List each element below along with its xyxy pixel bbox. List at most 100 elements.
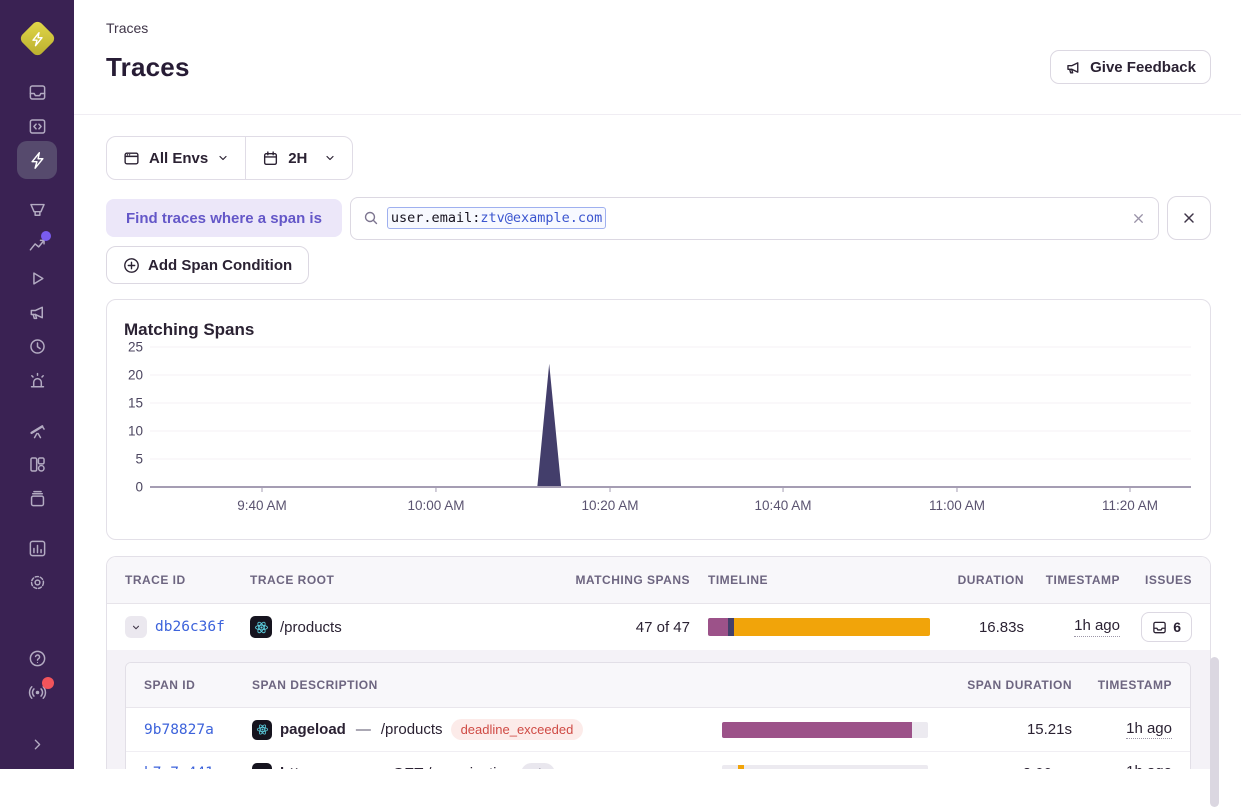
svg-text:25: 25 [128,340,143,355]
sidebar-item-projector[interactable] [17,193,57,227]
add-span-condition-button[interactable]: Add Span Condition [106,246,309,284]
breadcrumb[interactable]: Traces [106,20,1211,36]
span-duration-bar [722,765,928,769]
span-search-input[interactable]: user.email:ztv@example.com [350,197,1159,240]
search-token[interactable]: user.email:ztv@example.com [387,207,606,229]
token-key: user.email: [391,210,480,226]
token-value: ztv@example.com [480,210,602,226]
close-icon [1181,210,1197,226]
trace-id-link[interactable]: db26c36f [155,619,225,635]
span-description: GET /organization [393,765,514,770]
main-area: Traces Traces Give Feedback All Envs 2H [74,0,1241,769]
col-trace-root: TRACE ROOT [250,573,550,587]
expanded-spans-section: SPAN ID SPAN DESCRIPTION SPAN DURATION T… [107,650,1210,769]
add-span-condition-label: Add Span Condition [148,257,292,274]
traces-table: TRACE ID TRACE ROOT MATCHING SPANS TIMEL… [106,556,1211,769]
trace-timeline-bar [708,618,930,636]
collapse-trace-button[interactable] [125,616,147,638]
notification-dot-red [42,677,54,689]
sidebar [0,0,74,769]
notification-dot-purple [41,231,51,241]
sidebar-item-feedback[interactable] [17,295,57,329]
span-duration-bar [722,722,928,738]
svg-text:10:40 AM: 10:40 AM [755,498,812,513]
spans-scrollbar[interactable] [1210,657,1219,807]
environment-filter[interactable]: All Envs [107,137,245,179]
span-timestamp: 1h ago [1126,763,1172,769]
play-icon [28,269,47,288]
page-title: Traces [106,52,190,83]
separator: — [356,721,371,738]
chevron-down-icon [217,152,229,164]
span-condition-row: Find traces where a span is user.email:z… [106,196,1211,240]
trace-duration: 16.83s [932,619,1024,636]
svg-text:11:20 AM: 11:20 AM [1102,498,1158,513]
sidebar-collapse-button[interactable] [17,727,57,761]
sidebar-item-help[interactable] [17,641,57,675]
col-issues: ISSUES [1120,573,1192,587]
lightning-icon [28,151,47,170]
clock-icon [28,337,47,356]
date-range-label: 2H [288,150,307,167]
separator: — [368,765,383,770]
col-span-description: SPAN DESCRIPTION [252,678,722,692]
sidebar-item-stats[interactable] [17,531,57,565]
sidebar-item-whats-new[interactable] [17,675,57,709]
sidebar-item-history[interactable] [17,329,57,363]
question-icon [28,649,47,668]
components-icon [28,455,47,474]
sidebar-item-components[interactable] [17,447,57,481]
sidebar-item-alerts[interactable] [17,363,57,397]
span-duration: 2.00ms [932,765,1072,770]
sidebar-item-replays[interactable] [17,261,57,295]
sidebar-bottom [17,641,57,769]
logo-diamond-icon [18,19,56,57]
remove-condition-button[interactable] [1167,196,1211,240]
span-duration: 15.21s [932,721,1072,738]
svg-text:0: 0 [135,480,143,495]
col-duration: DURATION [932,573,1024,587]
trace-issues-button[interactable]: 6 [1141,612,1192,642]
sidebar-item-discover[interactable] [17,413,57,447]
megaphone-icon [28,303,47,322]
date-range-filter[interactable]: 2H [246,137,352,179]
react-platform-icon [250,616,272,638]
col-trace-id: TRACE ID [125,573,250,587]
gear-icon [28,573,47,592]
matching-spans-count: 47 of 47 [550,619,690,636]
plus-circle-icon [123,257,140,274]
window-icon [123,150,140,167]
svg-text:9:40 AM: 9:40 AM [237,498,287,513]
telescope-icon [28,421,47,440]
sidebar-item-settings[interactable] [17,565,57,599]
chevron-right-icon [29,736,46,753]
sidebar-item-explore[interactable] [17,109,57,143]
span-id-link[interactable]: b7a7e441 [144,765,214,769]
clear-search-icon[interactable] [1131,211,1146,226]
span-status-badge: deadline_exceeded [451,719,584,740]
page-filter-bar: All Envs 2H [106,136,353,180]
sidebar-item-traces[interactable] [17,141,57,179]
app-logo[interactable] [18,19,56,57]
code-explore-icon [28,117,47,136]
svg-text:20: 20 [128,368,143,383]
issues-inbox-icon [1152,620,1167,635]
svg-text:5: 5 [135,452,143,467]
storage-box-icon [28,489,47,508]
span-op: http.server [280,765,358,770]
sidebar-item-projects[interactable] [17,481,57,515]
col-span-id: SPAN ID [144,678,252,692]
give-feedback-button[interactable]: Give Feedback [1050,50,1211,84]
sidebar-item-issues[interactable] [17,75,57,109]
trace-timestamp: 1h ago [1074,617,1120,637]
spans-table-header: SPAN ID SPAN DESCRIPTION SPAN DURATION T… [126,663,1190,708]
sidebar-item-insights[interactable] [17,227,57,261]
svg-text:11:00 AM: 11:00 AM [929,498,985,513]
chevron-down-icon [131,621,141,634]
page-header: Traces Traces Give Feedback [74,0,1241,115]
siren-icon [28,371,47,390]
svg-text:10:20 AM: 10:20 AM [581,498,638,513]
bar-chart-icon [28,539,47,558]
span-id-link[interactable]: 9b78827a [144,722,214,738]
col-span-timestamp: TIMESTAMP [1072,678,1172,692]
